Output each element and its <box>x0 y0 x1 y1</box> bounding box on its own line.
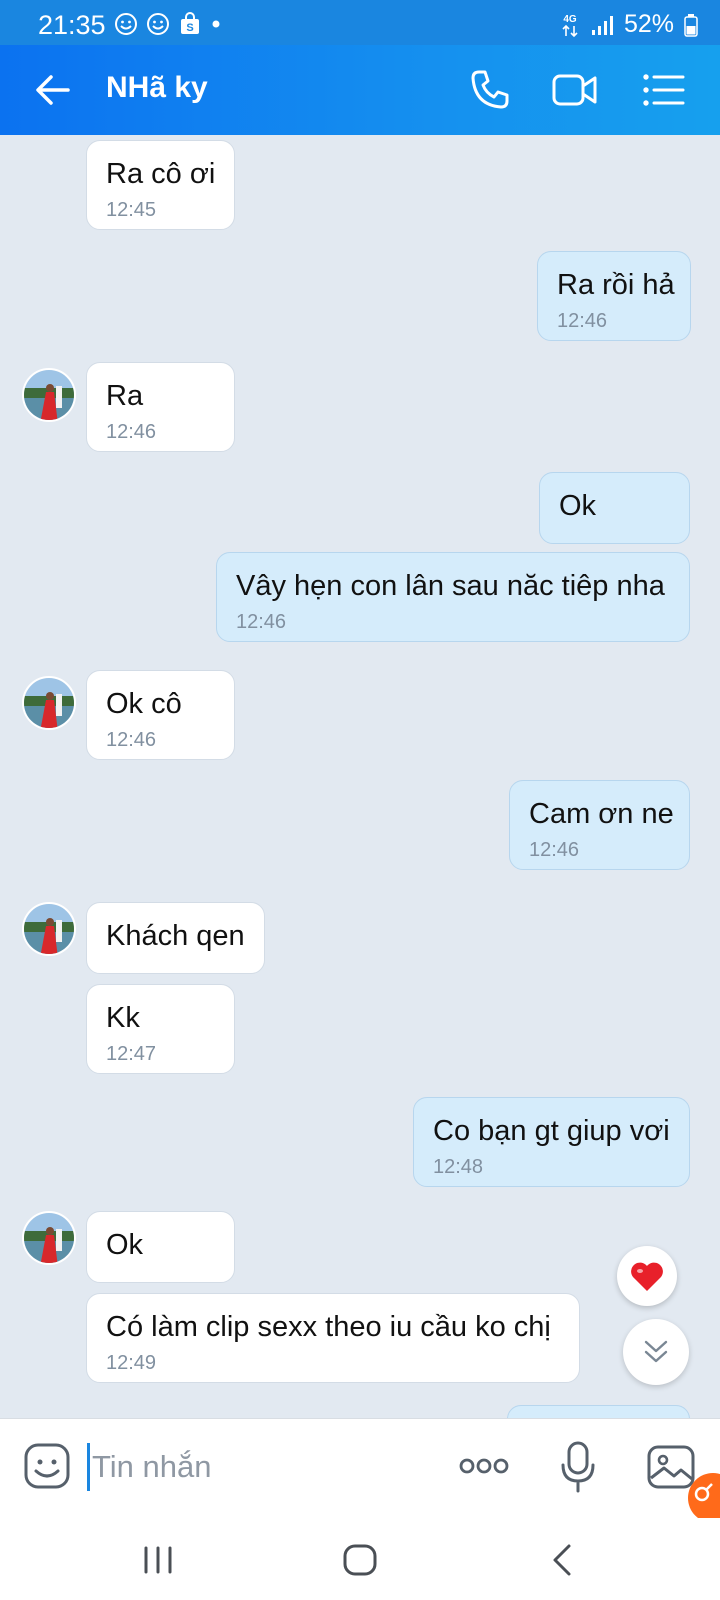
message-text: Ok cô <box>106 688 182 720</box>
heart-icon <box>631 1262 663 1291</box>
message-time: 12:48 <box>433 1156 484 1178</box>
incoming-message[interactable]: Khách qen <box>86 902 265 974</box>
notification-icons: S <box>114 12 222 36</box>
emoji-icon[interactable] <box>24 1443 70 1489</box>
outgoing-message[interactable] <box>507 1405 690 1418</box>
back-icon[interactable] <box>543 1540 583 1580</box>
incoming-message[interactable]: Có làm clip sexx theo iu cầu ko chị 12:4… <box>86 1293 580 1383</box>
contact-name[interactable]: NHã ky <box>106 71 208 105</box>
message-time: 12:46 <box>557 310 608 332</box>
list-menu-icon[interactable] <box>641 67 687 113</box>
status-right: 4G 52% <box>560 10 698 39</box>
chat-header: NHã ky <box>0 45 720 135</box>
smiley-icon <box>115 13 137 35</box>
incoming-message[interactable]: Ra cô ơi 12:45 <box>86 140 235 230</box>
network-4g-icon: 4G <box>562 14 578 37</box>
arrow-left-icon[interactable] <box>32 69 74 111</box>
network-label: 4G <box>563 14 577 25</box>
double-chevron-down-icon <box>644 1340 668 1363</box>
more-dots-icon[interactable] <box>458 1451 510 1481</box>
avatar[interactable] <box>22 368 76 422</box>
battery-icon <box>684 13 698 37</box>
message-time: 12:46 <box>236 611 287 633</box>
message-text: Ra <box>106 380 144 412</box>
outgoing-message[interactable]: Ra rồi hả 12:46 <box>537 251 691 341</box>
message-text: Ra cô ơi <box>106 158 216 190</box>
avatar-photo <box>24 678 74 728</box>
avatar[interactable] <box>22 676 76 730</box>
video-camera-icon[interactable] <box>552 67 598 113</box>
incoming-message[interactable]: Ra 12:46 <box>86 362 235 452</box>
phone-icon[interactable] <box>467 67 513 113</box>
message-time: 12:47 <box>106 1043 157 1065</box>
message-text: Ok <box>559 490 597 522</box>
message-text: Kk <box>106 1002 140 1034</box>
message-text: Có làm clip sexx theo iu cầu ko chị <box>106 1311 551 1343</box>
status-time: 21:35 <box>38 10 106 40</box>
incoming-message[interactable]: Ok <box>86 1211 235 1283</box>
message-text: Khách qen <box>106 920 245 952</box>
message-time: 12:46 <box>106 729 157 751</box>
microphone-icon[interactable] <box>560 1439 596 1495</box>
message-text: Ra rồi hả <box>557 269 675 301</box>
message-time: 12:46 <box>106 421 157 443</box>
heart-reaction-button[interactable] <box>617 1246 677 1306</box>
outgoing-message[interactable]: Vây hẹn con lân sau năc tiêp nha 12:46 <box>216 552 690 642</box>
recent-apps-icon[interactable] <box>138 1540 178 1580</box>
smiley-icon <box>147 13 169 35</box>
message-time: 12:46 <box>529 839 580 861</box>
status-bar: 21:35 S 4G 52% <box>0 0 720 45</box>
message-text: Cam ơn ne <box>529 798 674 830</box>
battery-percent: 52% <box>623 10 674 38</box>
system-nav-bar <box>0 1518 720 1600</box>
outgoing-message[interactable]: Co bạn gt giup vơi 12:48 <box>413 1097 690 1187</box>
message-time: 12:49 <box>106 1352 157 1374</box>
message-list[interactable]: Ra cô ơi 12:45 Ra rồi hả 12:46 Ra 12:46 … <box>0 135 720 1418</box>
incoming-message[interactable]: Ok cô 12:46 <box>86 670 235 760</box>
dot-icon <box>212 20 220 28</box>
message-time: 12:45 <box>106 199 157 221</box>
outgoing-message[interactable]: Ok <box>539 472 690 544</box>
incoming-message[interactable]: Kk 12:47 <box>86 984 235 1074</box>
avatar-photo <box>24 370 74 420</box>
avatar[interactable] <box>22 902 76 956</box>
message-input[interactable] <box>87 1443 427 1491</box>
avatar[interactable] <box>22 1211 76 1265</box>
home-icon[interactable] <box>340 1540 380 1580</box>
avatar-photo <box>24 904 74 954</box>
scroll-down-button[interactable] <box>623 1319 689 1385</box>
message-text: Ok <box>106 1229 144 1261</box>
floating-app-badge[interactable] <box>688 1473 720 1523</box>
signal-icon <box>591 15 613 35</box>
svg-text:S: S <box>186 22 193 34</box>
shopping-bag-icon: S <box>181 12 199 34</box>
message-text: Co bạn gt giup vơi <box>433 1115 670 1147</box>
outgoing-message[interactable]: Cam ơn ne 12:46 <box>509 780 690 870</box>
link-icon <box>694 1483 713 1502</box>
avatar-photo <box>24 1213 74 1263</box>
message-input-bar <box>0 1418 720 1518</box>
message-text: Vây hẹn con lân sau năc tiêp nha <box>236 570 665 602</box>
